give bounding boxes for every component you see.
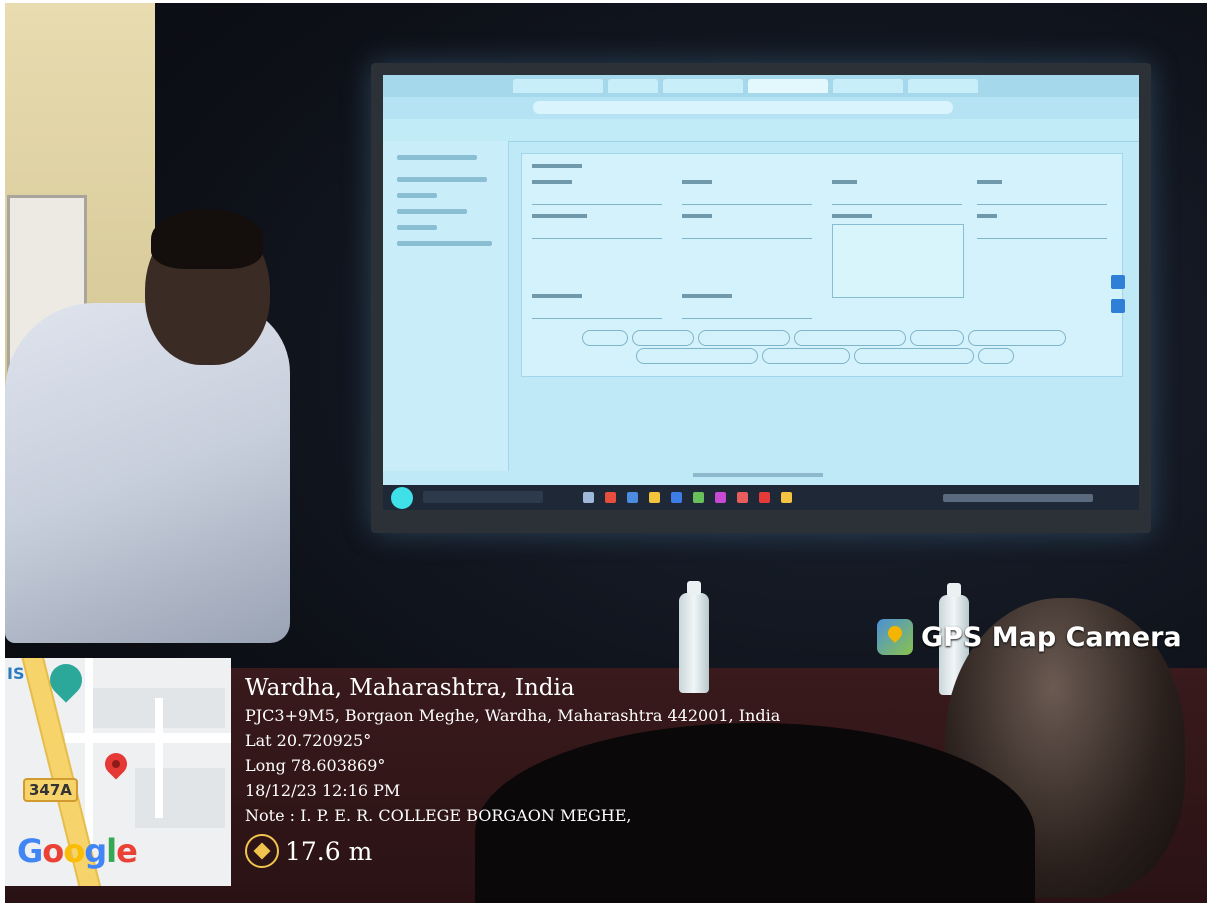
latitude: Lat 20.720925°: [245, 731, 372, 750]
location-title: Wardha, Maharashtra, India: [245, 675, 575, 701]
address-line: PJC3+9M5, Borgaon Meghe, Wardha, Maharas…: [245, 706, 781, 725]
location-info: Wardha, Maharashtra, India PJC3+9M5, Bor…: [245, 673, 780, 868]
datetime: 18/12/23 12:16 PM: [245, 781, 401, 800]
gps-camera-title: GPS Map Camera: [921, 621, 1182, 653]
longitude: Long 78.603869°: [245, 756, 386, 775]
presenter-hair: [151, 209, 263, 269]
route-shield: 347A: [23, 778, 78, 802]
map-poi-label: IS: [7, 664, 25, 683]
gps-map-camera-icon: [877, 619, 913, 655]
photo-scene: GPS Map Camera IS 347A Google Wardha, Ma…: [5, 3, 1207, 903]
browser-tab-strip: [383, 75, 1139, 97]
side-action-button-2: [1111, 299, 1125, 313]
presenter-shirt: [5, 303, 290, 643]
page-footer: [693, 473, 823, 477]
note: Note : I. P. E. R. COLLEGE BORGAON MEGHE…: [245, 806, 632, 825]
google-logo: Google: [17, 832, 138, 870]
windows-taskbar: [383, 485, 1139, 510]
accuracy-value: 17.6 m: [285, 836, 373, 866]
side-action-button: [1111, 275, 1125, 289]
tv-display: [371, 63, 1151, 533]
report-sidebar: [383, 141, 509, 471]
accuracy-row: 17.6 m: [245, 834, 780, 868]
projected-screen: [383, 75, 1139, 510]
gps-camera-badge: GPS Map Camera: [877, 617, 1182, 657]
bookmarks-bar: [383, 119, 1139, 142]
location-pin-icon: [100, 748, 132, 780]
mini-map: IS 347A Google: [5, 658, 231, 886]
accuracy-compass-icon: [245, 834, 279, 868]
fees-report-card: [521, 153, 1123, 377]
browser-address-bar: [383, 97, 1139, 119]
